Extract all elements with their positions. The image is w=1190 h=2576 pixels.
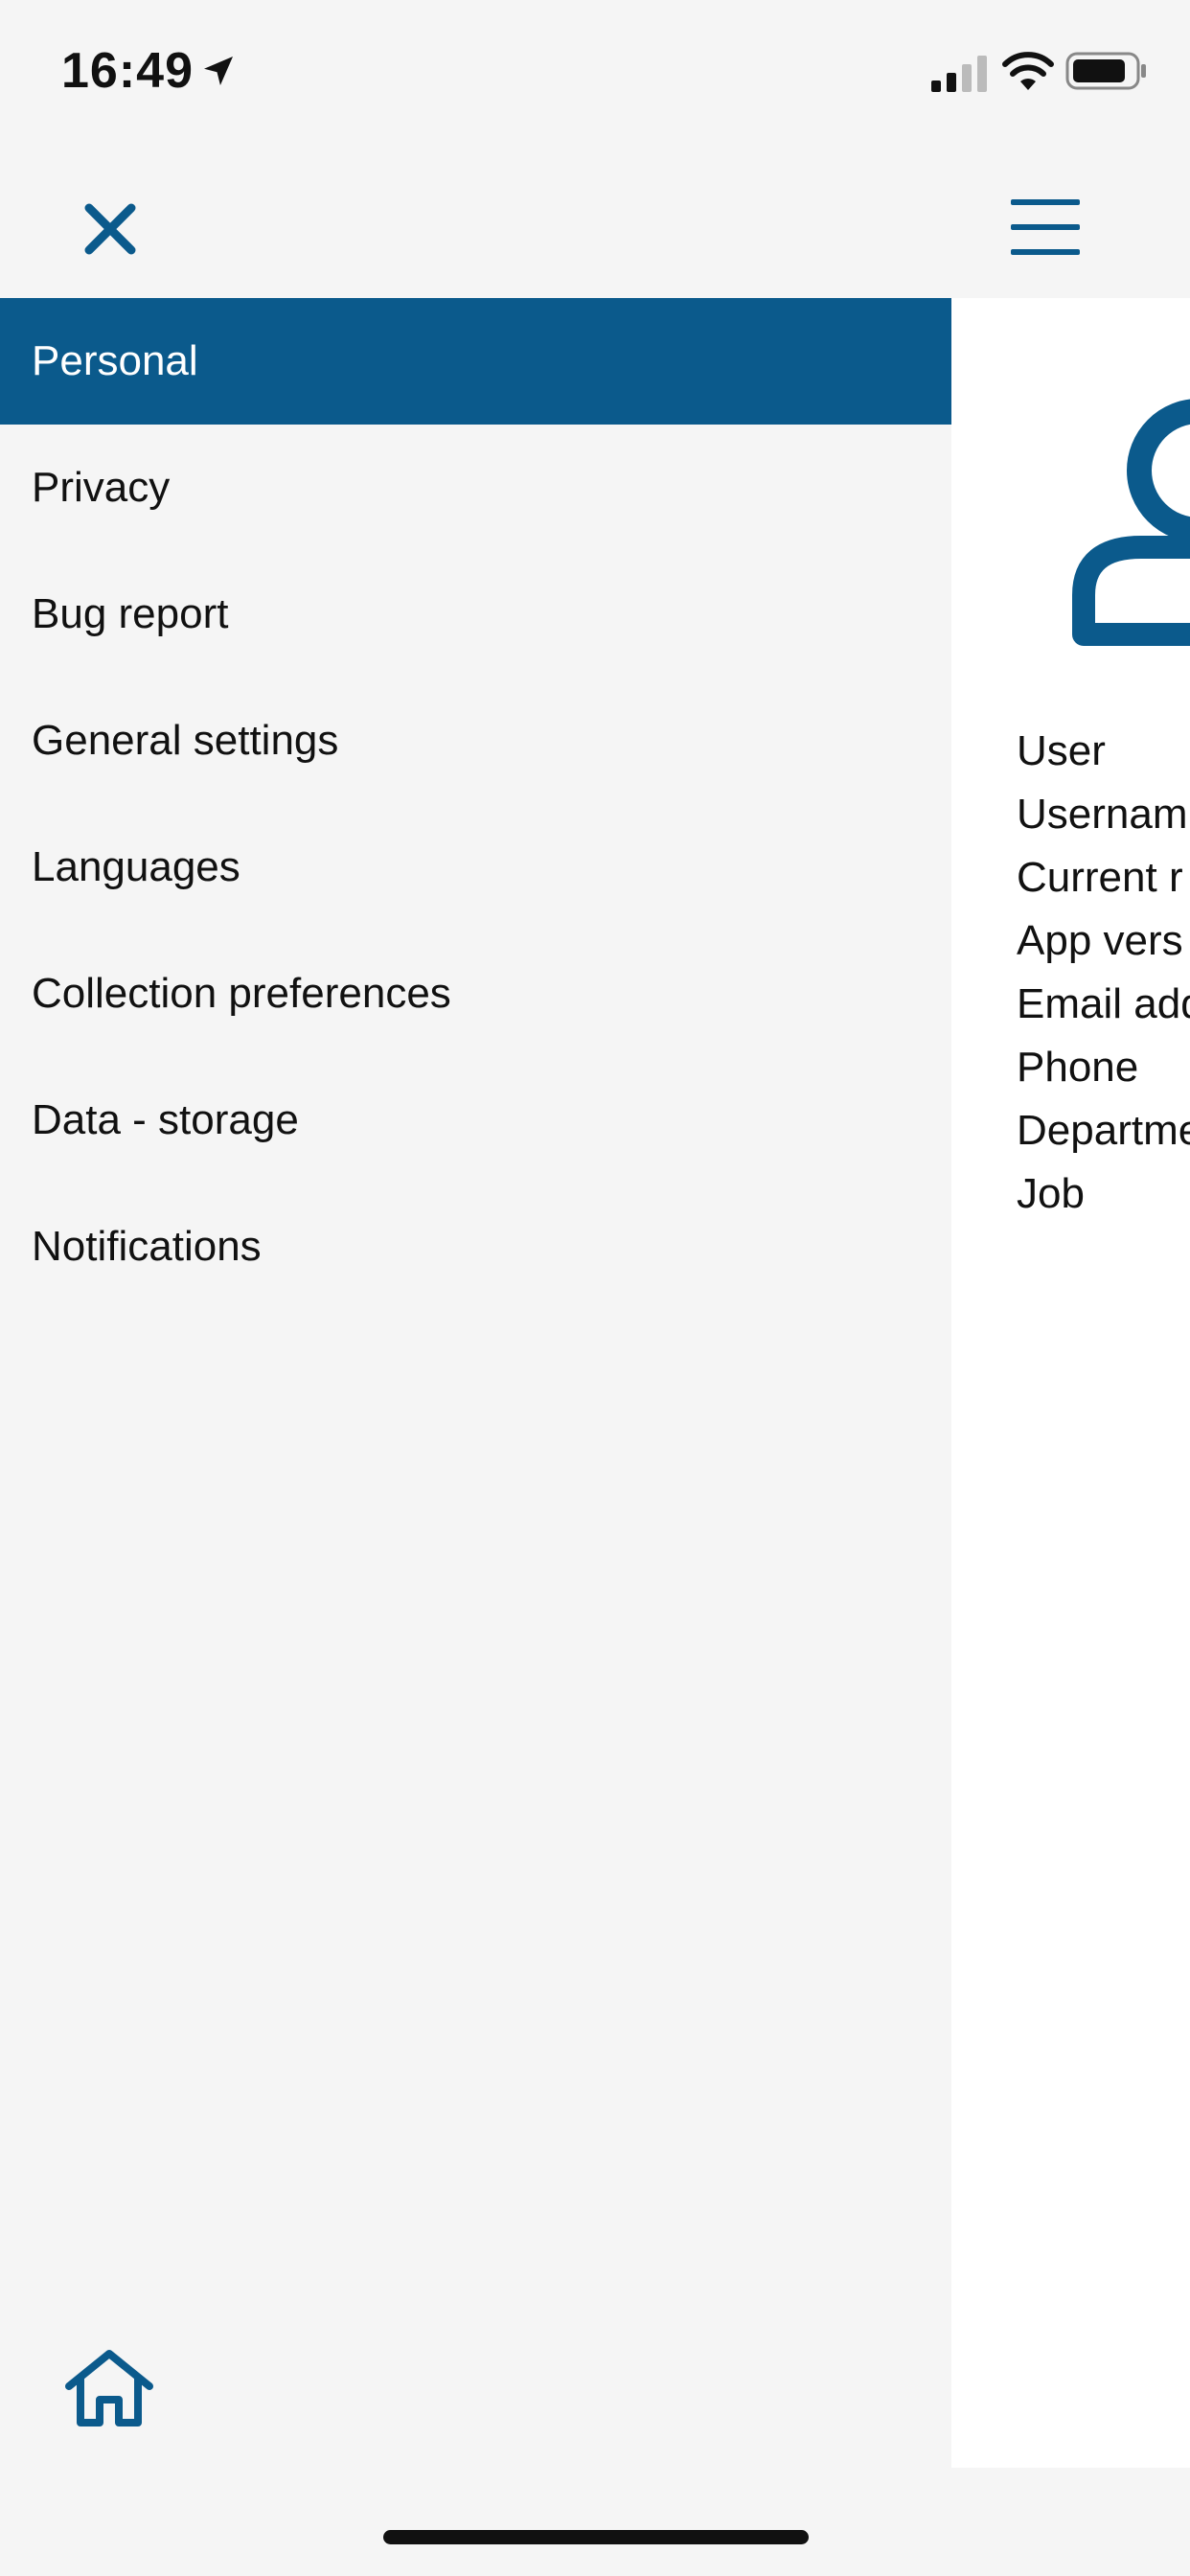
info-label-username: Usernam (1017, 791, 1188, 838)
drawer-item-personal[interactable]: Personal (0, 298, 951, 425)
drawer-item-label: Collection preferences (32, 970, 451, 1017)
hamburger-menu-icon (1011, 199, 1080, 255)
status-bar: 16:49 (0, 0, 1190, 144)
info-label-current: Current r (1017, 854, 1183, 901)
drawer-item-label: General settings (32, 717, 339, 764)
info-label-job: Job (1017, 1170, 1085, 1217)
user-info-list: User Usernam Current r App vers Email ad… (1017, 720, 1190, 1226)
drawer-item-bug-report[interactable]: Bug report (0, 551, 951, 678)
battery-icon (1065, 52, 1146, 90)
drawer-item-collection-preferences[interactable]: Collection preferences (0, 931, 951, 1057)
drawer-item-label: Privacy (32, 464, 171, 511)
status-time: 16:49 (61, 43, 194, 99)
side-drawer: Personal Privacy Bug report General sett… (0, 298, 951, 2468)
drawer-item-label: Languages (32, 843, 240, 890)
home-button[interactable] (63, 2348, 155, 2428)
info-label-app-version: App vers (1017, 917, 1183, 964)
top-bar (0, 144, 1190, 297)
drawer-item-languages[interactable]: Languages (0, 804, 951, 931)
info-label-user: User (1017, 727, 1106, 774)
home-icon (65, 2350, 153, 2426)
content-pane: User Usernam Current r App vers Email ad… (951, 298, 1190, 2468)
drawer-item-general-settings[interactable]: General settings (0, 678, 951, 804)
user-avatar-icon (1072, 399, 1190, 646)
drawer-item-privacy[interactable]: Privacy (0, 425, 951, 551)
location-arrow-icon (204, 57, 233, 85)
close-icon (84, 203, 136, 255)
close-button[interactable] (71, 190, 149, 268)
drawer-item-notifications[interactable]: Notifications (0, 1184, 951, 1310)
menu-button[interactable] (1006, 188, 1085, 266)
drawer-item-data-storage[interactable]: Data - storage (0, 1057, 951, 1184)
wifi-icon (1002, 52, 1054, 90)
home-indicator[interactable] (383, 2530, 809, 2544)
info-label-email: Email add (1017, 980, 1190, 1027)
drawer-item-label: Personal (32, 337, 198, 384)
drawer-item-label: Notifications (32, 1223, 262, 1270)
cellular-signal-icon (931, 56, 987, 92)
info-label-phone: Phone (1017, 1044, 1139, 1091)
drawer-item-label: Data - storage (32, 1096, 299, 1143)
drawer-item-label: Bug report (32, 590, 229, 637)
info-label-department: Departme (1017, 1107, 1190, 1154)
